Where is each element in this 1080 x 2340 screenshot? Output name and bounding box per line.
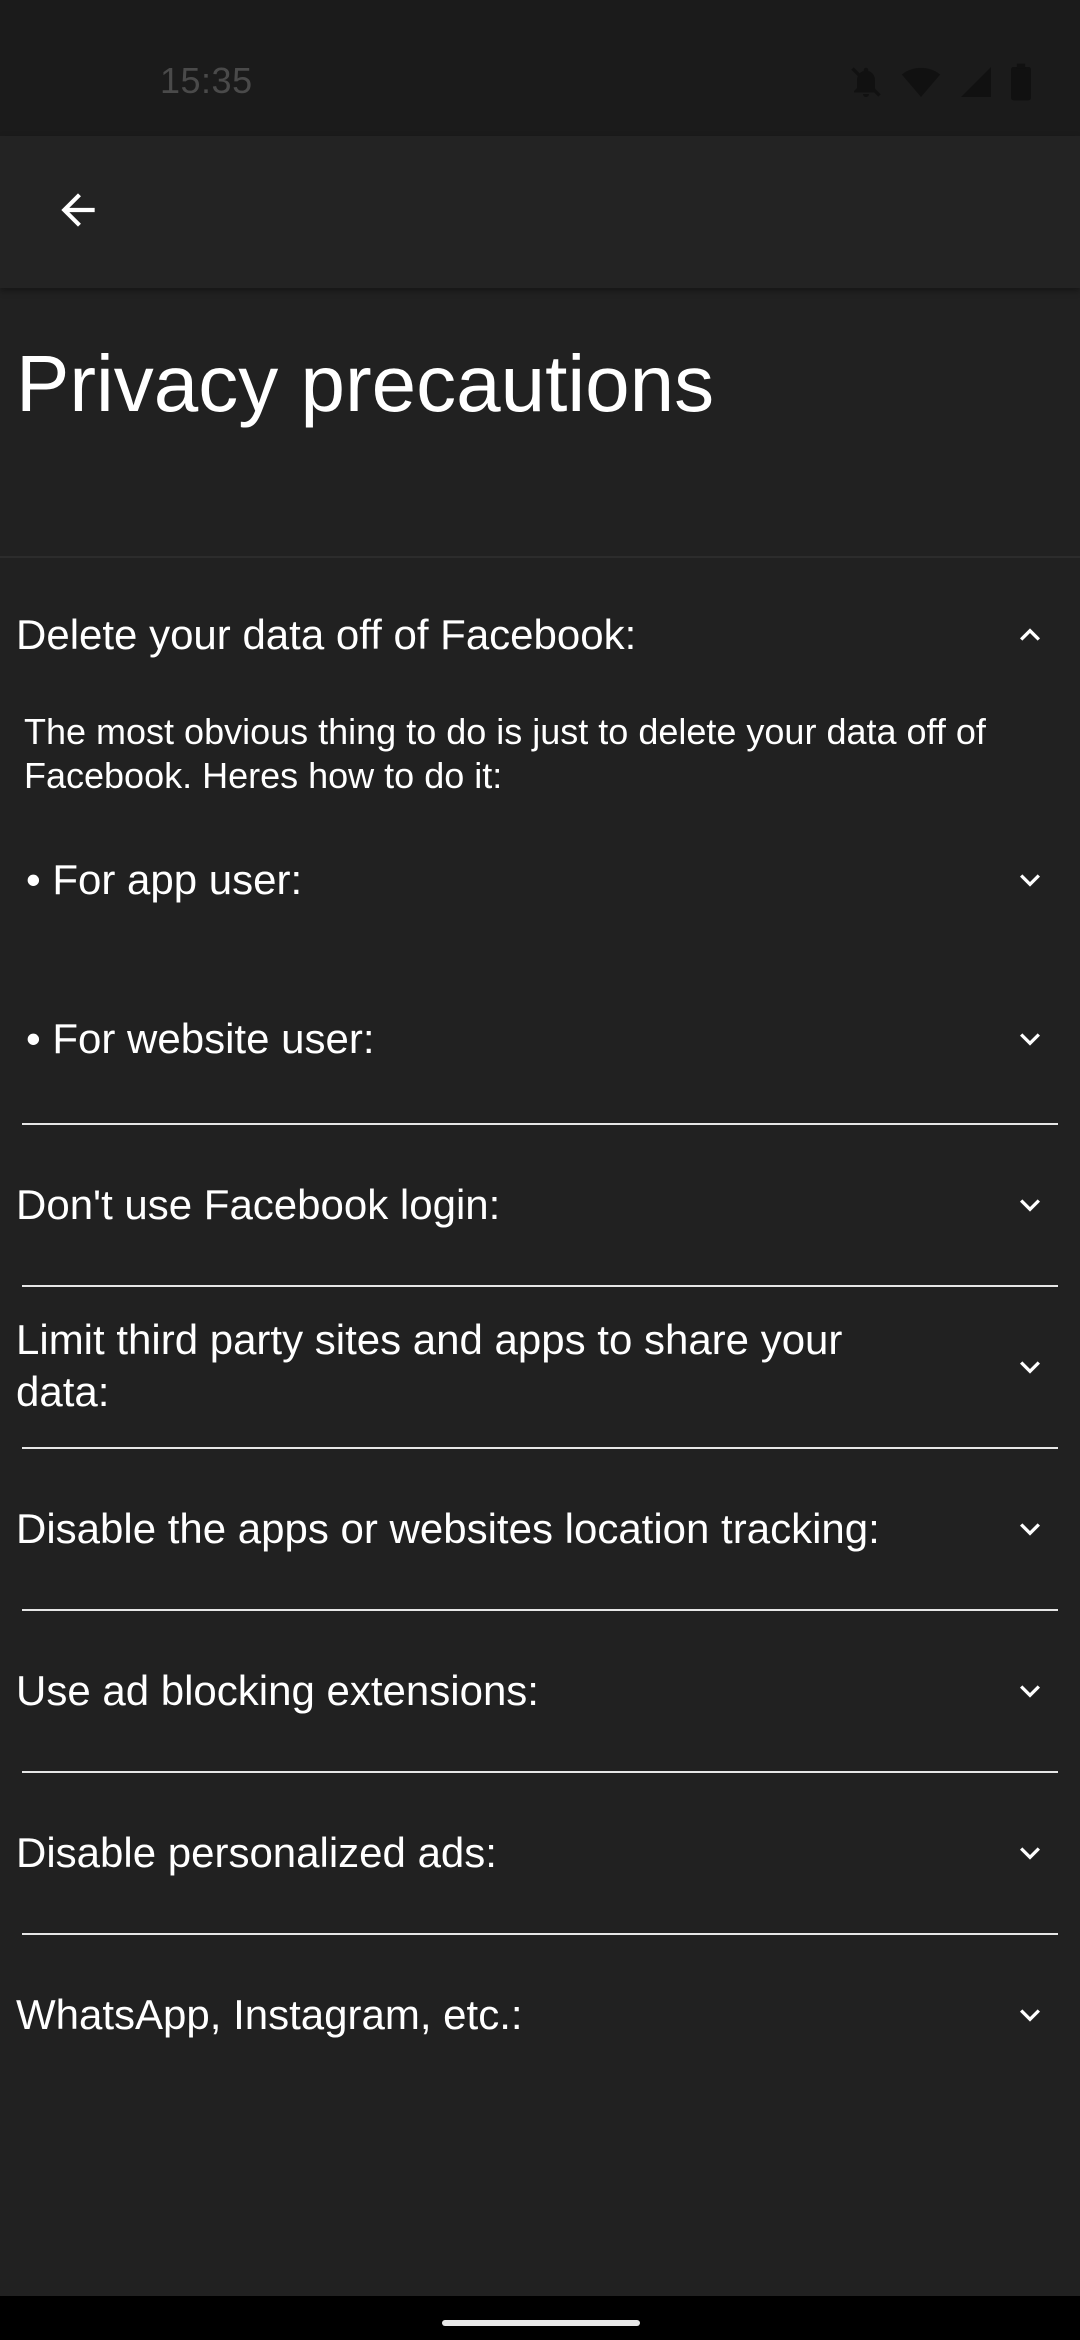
- section-header-whatsapp-instagram[interactable]: WhatsApp, Instagram, etc.:: [0, 1935, 1080, 2095]
- section-title: Don't use Facebook login:: [16, 1181, 501, 1228]
- chevron-up-icon: [1020, 628, 1040, 641]
- title-divider: [0, 556, 1080, 558]
- sub-item-website-user[interactable]: • For website user:: [0, 989, 1080, 1089]
- sub-item-label: • For app user:: [26, 856, 303, 903]
- chevron-down-icon: [1020, 1199, 1040, 1212]
- screen: 15:35 Privacy precautions Delete your da…: [0, 0, 1080, 2340]
- app-bar: [0, 136, 1080, 288]
- section-header-third-party[interactable]: Limit third party sites and apps to shar…: [0, 1287, 1080, 1447]
- section-title: Disable personalized ads:: [16, 1829, 497, 1876]
- section-title: Delete your data off of Facebook:: [16, 611, 637, 658]
- section-title: WhatsApp, Instagram, etc.:: [16, 1991, 523, 2038]
- back-button[interactable]: [36, 170, 120, 254]
- bell-off-icon: [848, 62, 884, 102]
- chevron-down-icon: [1020, 1033, 1040, 1046]
- wifi-icon: [900, 62, 942, 102]
- section-header-personalized-ads[interactable]: Disable personalized ads:: [0, 1773, 1080, 1933]
- chevron-down-icon: [1020, 1685, 1040, 1698]
- sub-item-label: • For website user:: [26, 1015, 375, 1062]
- signal-icon: [958, 62, 994, 102]
- section-title: Use ad blocking extensions:: [16, 1667, 539, 1714]
- section-header-location-tracking[interactable]: Disable the apps or websites location tr…: [0, 1449, 1080, 1609]
- navigation-bar: [0, 2296, 1080, 2340]
- status-bar: 15:35: [0, 0, 1080, 136]
- section-title: Disable the apps or websites location tr…: [16, 1505, 880, 1552]
- chevron-down-icon: [1020, 1361, 1040, 1374]
- section-header-ad-blocking[interactable]: Use ad blocking extensions:: [0, 1611, 1080, 1771]
- home-indicator[interactable]: [442, 2320, 640, 2326]
- sub-item-app-user[interactable]: • For app user:: [0, 830, 1080, 930]
- section-header-delete-data[interactable]: Delete your data off of Facebook:: [0, 590, 1080, 680]
- section-intro-text: The most obvious thing to do is just to …: [24, 711, 986, 796]
- battery-icon: [1010, 62, 1032, 102]
- arrow-left-icon: [53, 185, 103, 240]
- chevron-down-icon: [1020, 1847, 1040, 1860]
- section-header-facebook-login[interactable]: Don't use Facebook login:: [0, 1125, 1080, 1285]
- status-icons: [848, 62, 1032, 102]
- chevron-down-icon: [1020, 1523, 1040, 1536]
- section-title: Limit third party sites and apps to shar…: [16, 1316, 843, 1415]
- status-time: 15:35: [160, 60, 253, 101]
- chevron-down-icon: [1020, 2009, 1040, 2022]
- page-title: Privacy precautions: [16, 339, 715, 428]
- chevron-down-icon: [1020, 874, 1040, 887]
